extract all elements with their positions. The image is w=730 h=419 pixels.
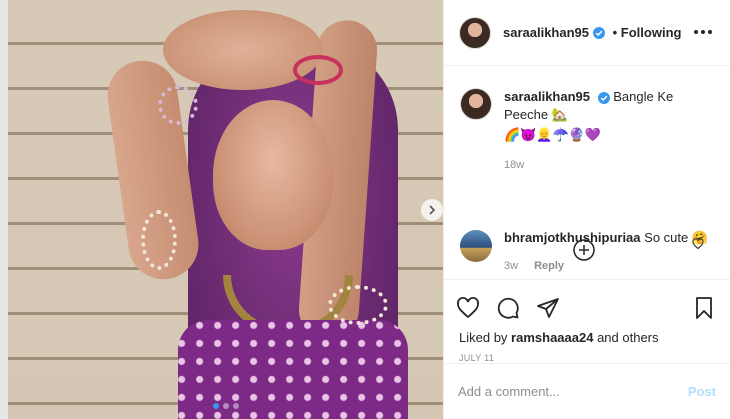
caption-emojis: 🌈😈👱‍♀️☂️🔮💜 [504, 127, 602, 142]
photo-face [213, 100, 333, 250]
photo-bangle [328, 285, 388, 325]
post-comment-button[interactable]: Post [688, 384, 716, 399]
post-date[interactable]: JULY 11 [444, 345, 730, 363]
post-side-panel: saraalikhan95 • Following saraalikhan95 … [443, 0, 730, 419]
avatar[interactable] [460, 230, 492, 262]
carousel-dots [8, 403, 443, 409]
verified-badge-icon [597, 91, 610, 104]
left-edge [0, 0, 8, 419]
post-header: saraalikhan95 • Following [444, 0, 730, 66]
comment-input[interactable] [458, 384, 688, 399]
photo-bangle [158, 85, 198, 125]
photo-bangle [141, 210, 177, 270]
comment-age[interactable]: 3w [504, 260, 518, 272]
post-photo[interactable] [8, 0, 443, 419]
heart-icon[interactable] [456, 296, 480, 320]
likes-user[interactable]: ramshaaaa24 [511, 330, 593, 345]
paper-plane-icon[interactable] [536, 296, 560, 320]
comment-username[interactable]: bhramjotkhushipuriaa [504, 230, 641, 245]
header-username[interactable]: saraalikhan95 [503, 25, 589, 40]
bookmark-icon[interactable] [692, 296, 716, 320]
avatar[interactable] [460, 88, 492, 120]
caption-username[interactable]: saraalikhan95 [504, 89, 590, 104]
carousel-next-button[interactable] [421, 199, 443, 221]
heart-icon[interactable] [692, 238, 704, 250]
comment-item: bhramjotkhushipuriaa So cute 🤗 3w Reply [444, 230, 730, 272]
likes-summary: Liked by ramshaaaa24 and others [444, 324, 730, 345]
more-options-icon[interactable] [694, 24, 714, 40]
carousel-dot [222, 403, 229, 409]
carousel-dot [232, 403, 239, 409]
follow-status[interactable]: • Following [609, 25, 682, 40]
likes-suffix[interactable]: and others [597, 330, 658, 345]
likes-prefix: Liked by [459, 330, 508, 345]
caption-age[interactable]: 18w [504, 156, 714, 174]
reply-button[interactable]: Reply [534, 260, 564, 272]
verified-badge-icon [593, 26, 606, 39]
post-actions: Liked by ramshaaaa24 and others JULY 11 … [444, 279, 730, 419]
photo-bangle [293, 55, 343, 85]
comment-bubble-icon[interactable] [496, 296, 520, 320]
avatar[interactable] [459, 16, 491, 49]
chevron-right-icon [429, 205, 436, 215]
carousel-dot [212, 403, 219, 409]
comment-composer: Post [444, 363, 730, 419]
